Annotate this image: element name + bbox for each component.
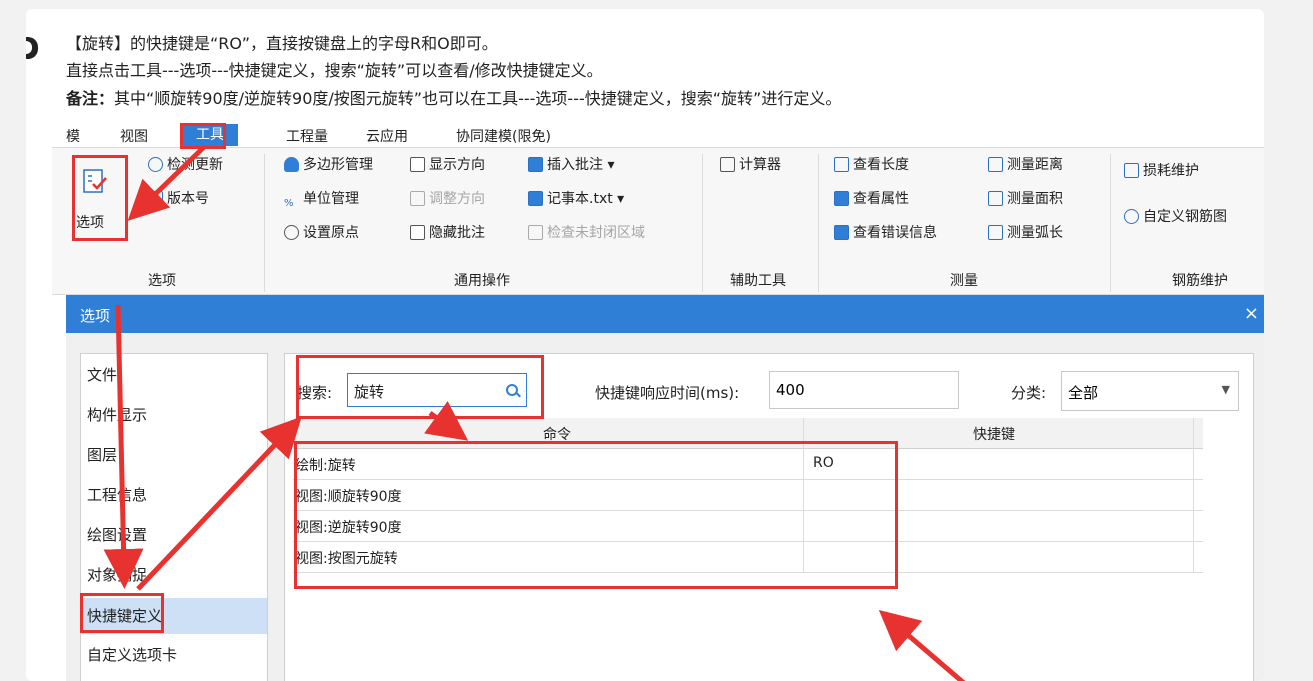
note-label: 备注：: [66, 89, 115, 108]
software-screenshot: 模 视图 工具 工程量 云应用 协同建模(限免) 选项 检测更新 版本号 多边形…: [52, 123, 1264, 681]
chat-message-card: 【旋转】的快捷键是“RO”，直接按键盘上的字母R和O即可。 直接点击工具---选…: [26, 9, 1264, 681]
avatar: [26, 37, 38, 59]
message-line-1: 【旋转】的快捷键是“RO”，直接按键盘上的字母R和O即可。: [66, 34, 498, 53]
message-line-2: 直接点击工具---选项---快捷键定义，搜索“旋转”可以查看/修改快捷键定义。: [66, 61, 603, 80]
message-line-3: 备注：其中“顺旋转90度/逆旋转90度/按图元旋转”也可以在工具---选项---…: [66, 85, 841, 109]
annotation-arrows: [103, 145, 966, 681]
note-text: 其中“顺旋转90度/逆旋转90度/按图元旋转”也可以在工具---选项---快捷键…: [114, 89, 842, 108]
